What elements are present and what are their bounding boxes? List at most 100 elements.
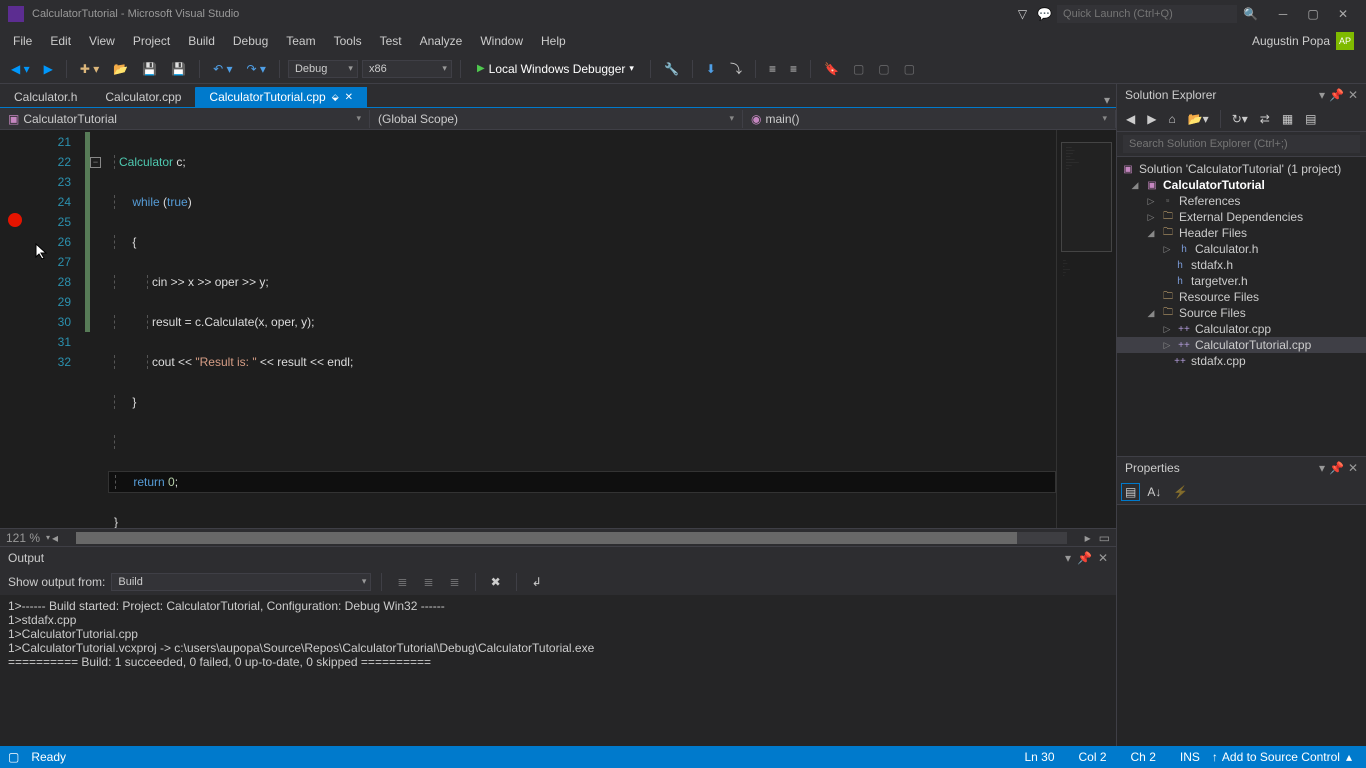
menu-file[interactable]: File: [4, 30, 41, 52]
minimap[interactable]: ─────────────────────────────────────── …: [1056, 130, 1116, 528]
scroll-left-icon[interactable]: ◂: [50, 531, 60, 545]
menu-test[interactable]: Test: [371, 30, 411, 52]
output-source-combo[interactable]: Build: [111, 573, 371, 591]
undo-icon[interactable]: ↶ ▾: [208, 59, 237, 79]
se-sync-icon[interactable]: 📂▾: [1183, 109, 1214, 129]
notifications-icon[interactable]: ▽: [1013, 4, 1032, 24]
nav-fwd-icon[interactable]: ▶: [39, 59, 58, 79]
menu-help[interactable]: Help: [532, 30, 575, 52]
fold-margin[interactable]: −: [90, 130, 108, 528]
close-button[interactable]: ✕: [1328, 7, 1358, 21]
se-back-icon[interactable]: ◀: [1121, 109, 1140, 129]
search-icon[interactable]: 🔍: [1243, 7, 1258, 21]
nav-scope-combo[interactable]: (Global Scope): [370, 110, 743, 128]
vs-logo-icon: [8, 6, 24, 22]
menu-view[interactable]: View: [80, 30, 124, 52]
tb-icon-1[interactable]: 🔧: [659, 59, 684, 79]
output-pin-icon[interactable]: 📌: [1077, 551, 1092, 565]
nav-member-combo[interactable]: ◉main(): [743, 110, 1116, 128]
se-close-icon[interactable]: ✕: [1348, 88, 1358, 102]
zoom-combo[interactable]: 121 %: [0, 531, 46, 545]
output-clear-icon[interactable]: ✖: [486, 572, 506, 592]
maximize-button[interactable]: ▢: [1298, 7, 1328, 21]
menu-team[interactable]: Team: [277, 30, 324, 52]
output-tb-3[interactable]: ≣: [445, 572, 465, 592]
close-tab-icon[interactable]: ✕: [345, 92, 353, 103]
quick-launch-input[interactable]: [1057, 5, 1237, 23]
tb-icon-b[interactable]: ▢: [873, 59, 894, 79]
step-into-icon[interactable]: ⬇: [701, 59, 721, 79]
nav-back-icon[interactable]: ◀ ▾: [6, 59, 35, 79]
tab-calculatortutorial-cpp[interactable]: CalculatorTutorial.cpp ⬙ ✕: [195, 87, 367, 107]
fold-toggle-icon[interactable]: −: [90, 157, 101, 168]
save-icon[interactable]: 💾: [137, 59, 162, 79]
menu-window[interactable]: Window: [471, 30, 532, 52]
se-showall-icon[interactable]: ▦: [1277, 109, 1298, 129]
tab-calculator-cpp[interactable]: Calculator.cpp: [91, 87, 195, 107]
properties-title: Properties: [1125, 461, 1180, 475]
output-text[interactable]: 1>------ Build started: Project: Calcula…: [0, 595, 1116, 746]
menu-project[interactable]: Project: [124, 30, 179, 52]
se-pin-icon[interactable]: 📌: [1329, 88, 1344, 102]
output-dropdown-icon[interactable]: ▾: [1065, 551, 1071, 565]
se-props-icon[interactable]: ▤: [1300, 109, 1321, 129]
se-collapse-icon[interactable]: ⇄: [1255, 109, 1275, 129]
step-over-icon[interactable]: ⤵: [725, 57, 747, 80]
menu-tools[interactable]: Tools: [325, 30, 371, 52]
scroll-right-icon[interactable]: ▸: [1083, 531, 1093, 545]
folder-icon: 🗀: [1161, 226, 1175, 240]
pin-icon[interactable]: ⬙: [332, 92, 339, 103]
prop-pin-icon[interactable]: 📌: [1329, 461, 1344, 475]
se-fwd-icon[interactable]: ▶: [1142, 109, 1161, 129]
indent-icon[interactable]: ≡: [764, 59, 781, 79]
nav-project-combo[interactable]: ▣CalculatorTutorial: [0, 110, 370, 128]
menu-analyze[interactable]: Analyze: [411, 30, 472, 52]
tb-icon-c[interactable]: ▢: [899, 59, 920, 79]
config-combo[interactable]: Debug: [288, 60, 358, 78]
feedback-icon[interactable]: 💬: [1032, 4, 1057, 24]
tb-icon-a[interactable]: ▢: [848, 59, 869, 79]
status-console-icon[interactable]: ▢: [8, 750, 19, 764]
new-project-icon[interactable]: ✚ ▾: [75, 59, 104, 79]
output-wrap-icon[interactable]: ↲: [527, 572, 547, 592]
code-editor[interactable]: 212223242526272829303132 − Calculator c;…: [0, 130, 1116, 528]
run-button[interactable]: Local Windows Debugger ▾: [469, 60, 642, 78]
platform-combo[interactable]: x86: [362, 60, 452, 78]
cpp-file-icon: ++: [1177, 338, 1191, 352]
outdent-icon[interactable]: ≡: [785, 59, 802, 79]
redo-icon[interactable]: ↷ ▾: [242, 59, 271, 79]
output-close-icon[interactable]: ✕: [1098, 551, 1108, 565]
source-control-button[interactable]: Add to Source Control: [1222, 750, 1340, 764]
tab-calculator-h[interactable]: Calculator.h: [0, 87, 91, 107]
menu-build[interactable]: Build: [179, 30, 224, 52]
bookmark-icon[interactable]: 🔖: [819, 59, 844, 79]
menu-debug[interactable]: Debug: [224, 30, 277, 52]
prop-drop-icon[interactable]: ▾: [1319, 461, 1325, 475]
tabs-overflow-icon[interactable]: ▾: [1098, 93, 1116, 107]
output-tb-2[interactable]: ≣: [418, 572, 438, 592]
output-tb-1[interactable]: ≣: [392, 572, 412, 592]
output-panel: Output ▾ 📌 ✕ Show output from: Build ≣ ≣…: [0, 546, 1116, 746]
output-from-label: Show output from:: [8, 575, 105, 589]
se-drop-icon[interactable]: ▾: [1319, 88, 1325, 102]
prop-close-icon[interactable]: ✕: [1348, 461, 1358, 475]
menu-edit[interactable]: Edit: [41, 30, 80, 52]
se-home-icon[interactable]: ⌂: [1163, 109, 1180, 129]
prop-cat-icon[interactable]: ▤: [1121, 483, 1140, 501]
user-name[interactable]: Augustin Popa: [1252, 34, 1330, 48]
avatar-icon[interactable]: AP: [1336, 32, 1354, 50]
breakpoint-icon[interactable]: [8, 213, 22, 227]
source-control-drop-icon[interactable]: ▴: [1340, 750, 1358, 764]
se-refresh-icon[interactable]: ↻▾: [1227, 109, 1253, 129]
open-icon[interactable]: 📂: [108, 59, 133, 79]
split-icon[interactable]: ▭: [1093, 531, 1116, 545]
save-all-icon[interactable]: 💾: [166, 59, 191, 79]
h-scrollbar[interactable]: [76, 532, 1067, 544]
prop-az-icon[interactable]: A↓: [1142, 482, 1166, 502]
solution-tree[interactable]: ▣Solution 'CalculatorTutorial' (1 projec…: [1117, 157, 1366, 456]
breakpoint-margin[interactable]: [0, 130, 30, 528]
source-control-add-icon[interactable]: ↑: [1212, 750, 1222, 764]
se-search-input[interactable]: [1123, 135, 1360, 153]
prop-events-icon[interactable]: ⚡: [1168, 482, 1193, 502]
minimize-button[interactable]: ─: [1268, 7, 1298, 21]
